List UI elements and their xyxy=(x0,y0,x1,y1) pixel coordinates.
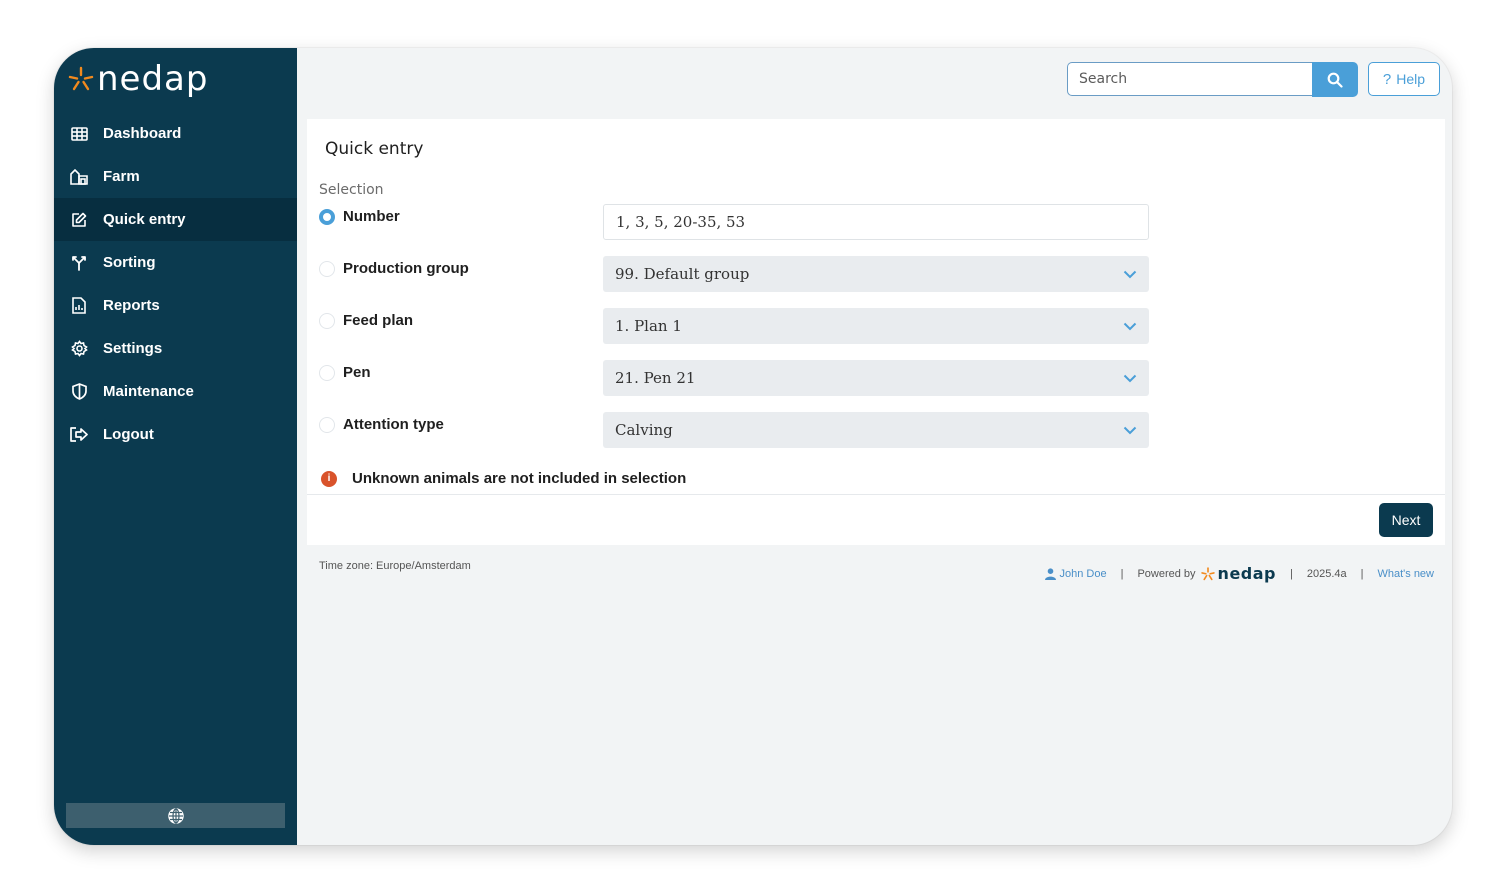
sidebar-item-label: Sorting xyxy=(103,254,156,271)
info-icon: i xyxy=(321,470,337,487)
radio-attention-type[interactable]: Attention type xyxy=(319,416,444,433)
pen-select[interactable]: 21. Pen 21 xyxy=(603,360,1149,396)
sidebar-item-label: Farm xyxy=(103,168,140,185)
radio-button[interactable] xyxy=(319,208,335,225)
separator: | xyxy=(1360,567,1364,580)
sidebar-item-logout[interactable]: Logout xyxy=(54,413,297,456)
user-link[interactable]: John Doe xyxy=(1044,567,1107,580)
logout-icon xyxy=(69,425,89,445)
sidebar-nav: Dashboard Farm Quick entry Sorting Repor… xyxy=(54,112,297,456)
feed-plan-select[interactable]: 1. Plan 1 xyxy=(603,308,1149,344)
edit-icon xyxy=(69,210,89,230)
help-label: Help xyxy=(1396,71,1426,87)
question-icon: ? xyxy=(1382,70,1392,88)
radio-button[interactable] xyxy=(319,416,335,433)
attention-type-select[interactable]: Calving xyxy=(603,412,1149,448)
option-row-production-group: Production group 99. Default group xyxy=(319,256,1149,292)
brand-name: nedap xyxy=(97,59,209,99)
sidebar-item-sorting[interactable]: Sorting xyxy=(54,241,297,284)
radio-button[interactable] xyxy=(319,260,335,277)
radio-button[interactable] xyxy=(319,312,335,329)
next-button[interactable]: Next xyxy=(1379,503,1433,537)
option-row-feed-plan: Feed plan 1. Plan 1 xyxy=(319,308,1149,344)
radio-label: Feed plan xyxy=(343,312,414,329)
select-value: 21. Pen 21 xyxy=(615,369,696,387)
radio-label: Production group xyxy=(343,260,469,277)
radio-pen[interactable]: Pen xyxy=(319,364,371,381)
whats-new-link[interactable]: What's new xyxy=(1377,568,1434,580)
nedap-star-icon xyxy=(68,66,94,91)
sidebar-item-settings[interactable]: Settings xyxy=(54,327,297,370)
sidebar-item-label: Quick entry xyxy=(103,211,186,228)
number-input[interactable]: 1, 3, 5, 20-35, 53 xyxy=(603,204,1149,240)
gear-icon xyxy=(69,339,89,359)
timezone-text: Time zone: Europe/Amsterdam xyxy=(319,560,471,572)
select-value: 99. Default group xyxy=(615,265,750,283)
sidebar-item-label: Settings xyxy=(103,340,163,357)
radio-label: Pen xyxy=(343,364,371,381)
sidebar: nedap Dashboard Farm Quick entry Sorting… xyxy=(54,48,297,845)
globe-icon xyxy=(167,807,184,824)
language-selector[interactable] xyxy=(66,803,285,828)
chevron-down-icon xyxy=(1123,374,1137,382)
radio-label: Attention type xyxy=(343,416,444,433)
version-text: 2025.4a xyxy=(1306,567,1347,580)
topbar: ? Help xyxy=(297,48,1452,118)
option-row-attention-type: Attention type Calving xyxy=(319,412,1149,448)
sidebar-item-farm[interactable]: Farm xyxy=(54,155,297,198)
production-group-select[interactable]: 99. Default group xyxy=(603,256,1149,292)
sidebar-item-label: Dashboard xyxy=(103,125,182,142)
sidebar-item-label: Reports xyxy=(103,297,160,314)
info-message: i Unknown animals are not included in se… xyxy=(321,470,686,487)
option-row-pen: Pen 21. Pen 21 xyxy=(319,360,1149,396)
separator: | xyxy=(1290,567,1293,580)
selection-label: Selection xyxy=(319,182,384,198)
page-title: Quick entry xyxy=(325,139,424,159)
sidebar-item-quick-entry[interactable]: Quick entry xyxy=(54,198,297,241)
grid-icon xyxy=(69,124,89,144)
farm-icon xyxy=(69,167,89,187)
quick-entry-card: Quick entry Selection Number 1, 3, 5, 20… xyxy=(307,119,1445,545)
report-icon xyxy=(69,296,89,316)
sidebar-item-reports[interactable]: Reports xyxy=(54,284,297,327)
radio-feed-plan[interactable]: Feed plan xyxy=(319,312,413,329)
sidebar-item-label: Logout xyxy=(103,426,154,443)
search-icon xyxy=(1327,72,1343,88)
brand-logo[interactable]: nedap xyxy=(68,62,208,96)
select-value: Calving xyxy=(615,421,673,439)
nedap-star-icon xyxy=(1200,566,1215,580)
powered-brand: nedap xyxy=(1217,564,1276,583)
radio-production-group[interactable]: Production group xyxy=(319,260,469,277)
chevron-down-icon xyxy=(1123,270,1137,278)
select-value: 1. Plan 1 xyxy=(615,317,682,335)
option-row-number: Number 1, 3, 5, 20-35, 53 xyxy=(319,204,1149,240)
user-name: John Doe xyxy=(1059,567,1107,580)
sort-icon xyxy=(69,253,89,273)
info-text: Unknown animals are not included in sele… xyxy=(352,470,687,487)
user-icon xyxy=(1044,567,1056,580)
search-button[interactable] xyxy=(1312,62,1358,97)
footer-info: John Doe | Powered by nedap | 2025.4a | … xyxy=(1044,564,1434,583)
chevron-down-icon xyxy=(1123,426,1137,434)
shield-icon xyxy=(69,382,89,402)
radio-label: Number xyxy=(343,208,400,225)
search-input[interactable] xyxy=(1067,62,1312,96)
help-button[interactable]: ? Help xyxy=(1368,62,1440,96)
divider xyxy=(307,494,1445,495)
separator: | xyxy=(1120,567,1124,580)
app-window: nedap Dashboard Farm Quick entry Sorting… xyxy=(54,48,1452,845)
sidebar-item-label: Maintenance xyxy=(103,383,194,400)
sidebar-item-maintenance[interactable]: Maintenance xyxy=(54,370,297,413)
radio-button[interactable] xyxy=(319,364,335,381)
sidebar-item-dashboard[interactable]: Dashboard xyxy=(54,112,297,155)
chevron-down-icon xyxy=(1123,322,1137,330)
powered-by-text: Powered by xyxy=(1137,567,1196,580)
radio-number[interactable]: Number xyxy=(319,208,400,225)
